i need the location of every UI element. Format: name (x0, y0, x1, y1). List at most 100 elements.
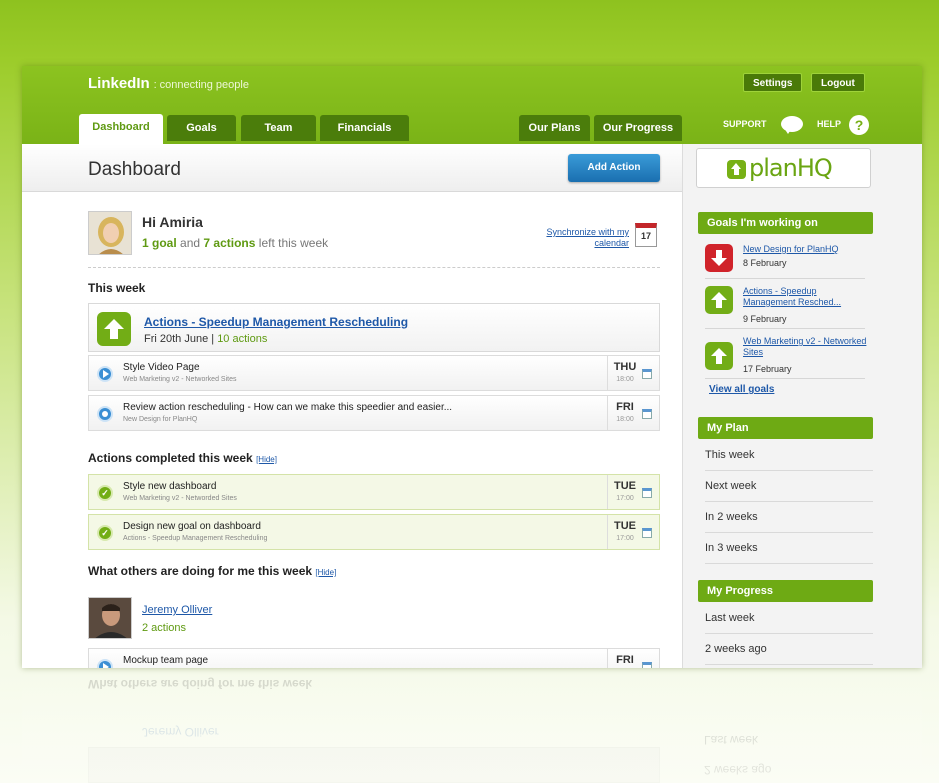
action-subtitle: Web Marketing v2 - Networded Sites (123, 495, 237, 502)
calendar-small-icon[interactable] (642, 409, 652, 419)
action-subtitle: Actions - Speedup Management Reschedulin… (123, 535, 268, 542)
sync-calendar-link[interactable]: Synchronize with my calendar (534, 227, 629, 249)
calendar-small-icon[interactable] (642, 488, 652, 498)
action-day: FRI (616, 401, 634, 413)
greeting-title: Hi Amiria (142, 214, 203, 230)
planhq-logo[interactable]: planHQ (696, 148, 871, 188)
row-divider (607, 649, 608, 668)
title-bar: Dashboard Add Action (22, 144, 682, 192)
tab-team[interactable]: Team (241, 115, 316, 141)
divider (705, 378, 865, 379)
action-day: THU (613, 361, 637, 373)
play-icon[interactable] (97, 659, 113, 668)
help-icon[interactable]: ? (849, 115, 869, 135)
action-time: 17:00 (616, 495, 634, 502)
completed-action-row[interactable]: ✓ Design new goal on dashboard Actions -… (88, 514, 660, 550)
action-row[interactable]: Style Video Page Web Marketing v2 - Netw… (88, 355, 660, 391)
logo-text: planHQ (749, 154, 833, 182)
person-avatar[interactable] (88, 597, 132, 639)
others-heading-text: What others are doing for me this week (88, 564, 313, 578)
plan-item[interactable]: In 2 weeks (705, 502, 873, 533)
add-action-button[interactable]: Add Action (568, 154, 660, 182)
action-title: Style new dashboard (123, 481, 217, 492)
divider (88, 267, 660, 268)
support-link[interactable]: SUPPORT (723, 119, 767, 129)
summary-left-text: left this week (258, 236, 329, 250)
calendar-icon[interactable]: 17 (635, 223, 657, 247)
action-title: Review action rescheduling - How can we … (123, 402, 453, 413)
goal-link[interactable]: Actions - Speedup Management Resched... (743, 286, 868, 308)
app-window: LinkedIn : connecting people Settings Lo… (22, 66, 922, 668)
focus-goal-meta: Fri 20th June | 10 actions (144, 333, 267, 345)
plan-item[interactable]: In 3 weeks (705, 533, 873, 564)
view-all-goals-link[interactable]: View all goals (709, 384, 774, 395)
tab-financials[interactable]: Financials (320, 115, 409, 141)
avatar (88, 211, 132, 255)
goal-date: 9 February (743, 314, 787, 324)
action-title: Mockup team page (123, 655, 209, 666)
this-week-heading: This week (88, 281, 146, 295)
action-time: 17:00 (616, 535, 634, 542)
check-icon[interactable]: ✓ (97, 525, 113, 541)
goal-date: 8 February (743, 258, 787, 268)
reflection-fade (22, 668, 922, 783)
person-name-link[interactable]: Jeremy Olliver (142, 604, 212, 616)
main-content: Hi Amiria 1 goal and 7 actions left this… (22, 193, 682, 668)
settings-button[interactable]: Settings (743, 73, 803, 92)
logo-arrow-icon (727, 160, 746, 179)
plan-item[interactable]: Next week (705, 471, 873, 502)
tab-dashboard[interactable]: Dashboard (79, 114, 163, 144)
goal-link[interactable]: Web Marketing v2 - Networked Sites (743, 336, 868, 358)
brand-tagline: : connecting people (153, 79, 249, 91)
action-day: TUE (614, 520, 636, 532)
row-divider (607, 475, 608, 509)
page-title: Dashboard (88, 159, 181, 180)
arrow-up-icon (705, 286, 733, 314)
logout-button[interactable]: Logout (811, 73, 865, 92)
focus-goal-actions[interactable]: 10 actions (217, 333, 267, 345)
arrow-up-icon (97, 312, 131, 346)
calendar-small-icon[interactable] (642, 528, 652, 538)
circle-icon[interactable] (97, 406, 113, 422)
row-divider (607, 356, 608, 390)
sidebar: planHQ Goals I'm working on New Design f… (682, 144, 922, 668)
goal-count[interactable]: 1 goal (142, 236, 177, 250)
help-link[interactable]: HELP (817, 119, 841, 129)
focus-goal-date: Fri 20th June | (144, 333, 215, 345)
row-divider (607, 396, 608, 430)
tab-goals[interactable]: Goals (167, 115, 236, 141)
calendar-small-icon[interactable] (642, 369, 652, 379)
focus-goal-title[interactable]: Actions - Speedup Management Reschedulin… (144, 315, 408, 329)
action-subtitle: New Design for PlanHQ (123, 416, 198, 423)
action-title: Style Video Page (123, 362, 200, 373)
my-progress-heading: My Progress (698, 580, 873, 602)
person-actions-count[interactable]: 2 actions (142, 622, 186, 634)
action-row[interactable]: Review action rescheduling - How can we … (88, 395, 660, 431)
action-title: Design new goal on dashboard (123, 521, 261, 532)
action-time: 18:00 (616, 416, 634, 423)
tab-our-progress[interactable]: Our Progress (594, 115, 682, 141)
brand: LinkedIn : connecting people (88, 75, 249, 92)
progress-item[interactable]: 2 weeks ago (705, 634, 873, 665)
goal-date: 17 February (743, 364, 792, 374)
speech-bubble-icon[interactable] (781, 116, 803, 134)
completed-action-row[interactable]: ✓ Style new dashboard Web Marketing v2 -… (88, 474, 660, 510)
action-count[interactable]: 7 actions (203, 236, 255, 250)
hide-completed-link[interactable]: [Hide] (256, 455, 277, 464)
brand-name: LinkedIn (88, 75, 150, 92)
action-row[interactable]: Mockup team page FRI (88, 648, 660, 668)
plan-item[interactable]: This week (705, 440, 873, 471)
avatar-photo (89, 212, 131, 254)
arrow-up-icon (705, 342, 733, 370)
completed-heading-text: Actions completed this week (88, 451, 253, 465)
divider (705, 278, 865, 279)
focus-goal-card[interactable]: Actions - Speedup Management Reschedulin… (88, 303, 660, 352)
progress-item[interactable]: Last week (705, 603, 873, 634)
check-icon[interactable]: ✓ (97, 485, 113, 501)
hide-others-link[interactable]: [Hide] (315, 568, 336, 577)
action-subtitle: Web Marketing v2 - Networked Sites (123, 376, 237, 383)
goal-link[interactable]: New Design for PlanHQ (743, 244, 868, 255)
play-icon[interactable] (97, 366, 113, 382)
tab-our-plans[interactable]: Our Plans (519, 115, 590, 141)
action-day: TUE (614, 480, 636, 492)
